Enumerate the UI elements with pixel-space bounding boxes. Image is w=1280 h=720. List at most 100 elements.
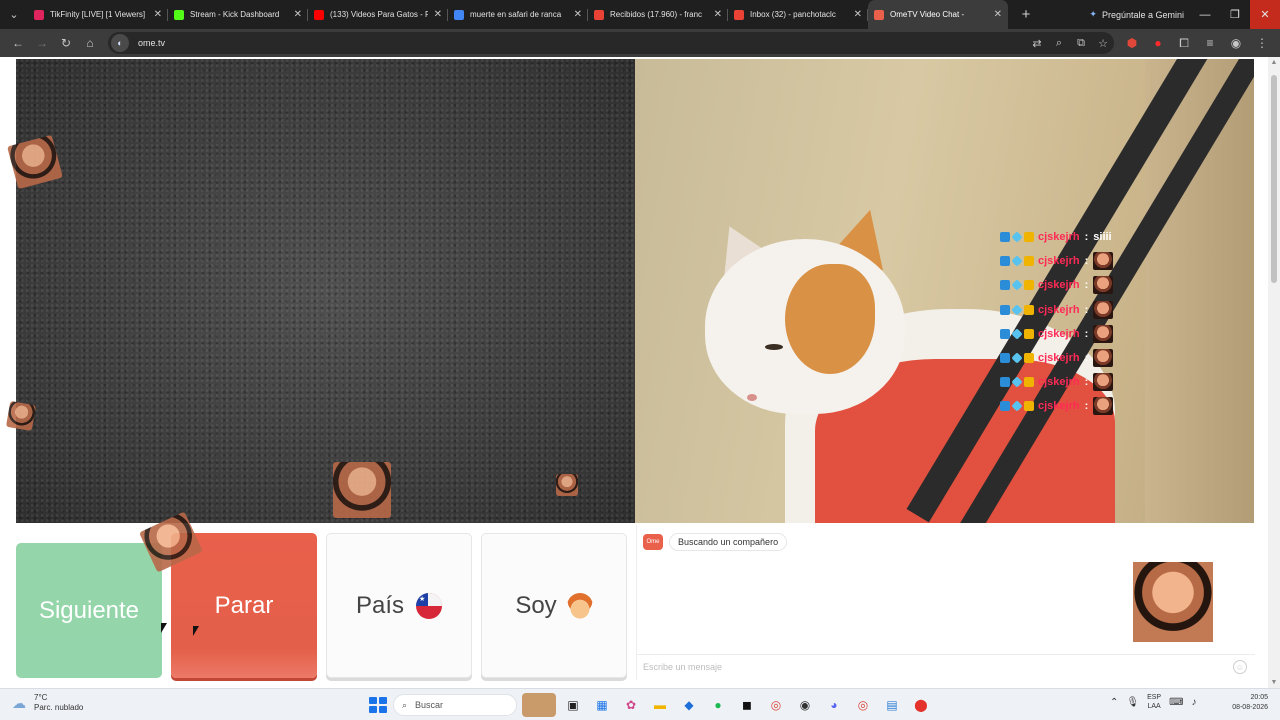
- minimize-icon[interactable]: —: [1190, 0, 1220, 29]
- file-explorer-icon[interactable]: ▬: [648, 693, 672, 717]
- discord-icon[interactable]: ◕: [822, 693, 846, 717]
- browser-toolbar: ← → ↻ ⌂ ◐ ome.tv ⇄ ⌕ ⧉ ☆ ⬢ ● ⧠ ≡ ◉ ⋮: [0, 29, 1280, 57]
- microphone-icon[interactable]: 🎙︎: [1126, 697, 1139, 708]
- mouse-cursor-icon: [193, 626, 199, 636]
- scroll-up-icon[interactable]: ▲: [1268, 59, 1280, 66]
- spotify-icon[interactable]: ●: [706, 693, 730, 717]
- obs-icon[interactable]: ◉: [793, 693, 817, 717]
- tab-group-icon[interactable]: ≡: [1198, 31, 1222, 55]
- tab-search-chevron-icon[interactable]: ⌄: [0, 0, 28, 29]
- message-input[interactable]: [643, 655, 1223, 679]
- scroll-down-icon[interactable]: ▼: [1268, 679, 1280, 686]
- chat-status: Ome Buscando un compañero: [643, 533, 788, 551]
- chrome-active-icon[interactable]: ◎: [851, 693, 875, 717]
- app-window-icon[interactable]: ▤: [880, 693, 904, 717]
- diamond-badge-icon: [1011, 279, 1023, 292]
- network-icon[interactable]: ⌨: [1169, 697, 1183, 708]
- country-button-label: País: [355, 591, 405, 619]
- browser-tab[interactable]: OmeTV Video Chat - ✕: [868, 0, 1008, 29]
- close-window-icon[interactable]: ✕: [1250, 0, 1280, 29]
- diamond-badge-icon: [1011, 400, 1023, 413]
- next-button[interactable]: Siguiente: [16, 543, 162, 678]
- tab-close-icon[interactable]: ✕: [154, 9, 162, 20]
- forward-icon[interactable]: →: [30, 31, 54, 55]
- country-button[interactable]: País ★: [326, 533, 472, 678]
- browser-tab[interactable]: TikFinity [LIVE] [1 Viewers] ✕: [28, 0, 168, 29]
- window-controls: — ❐ ✕: [1190, 0, 1280, 29]
- extensions-puzzle-icon[interactable]: ⧠: [1172, 31, 1196, 55]
- chrome-icon[interactable]: ◎: [764, 693, 788, 717]
- diamond-badge-icon: [1011, 376, 1023, 388]
- site-info-icon[interactable]: ◐: [111, 34, 129, 52]
- capcut-icon[interactable]: ◼: [735, 693, 759, 717]
- taskbar-search[interactable]: ⌕ Buscar: [393, 694, 517, 716]
- cat-orange-patch: [785, 264, 875, 374]
- tray-chevron-up-icon[interactable]: ⌃: [1110, 697, 1118, 708]
- gemini-button[interactable]: ✦ Pregúntale a Gemini: [1089, 9, 1190, 20]
- restore-icon[interactable]: ❐: [1220, 0, 1250, 29]
- windows-taskbar: ☁ 7°C Parc. nublado ⌕ Buscar ▣ ▦ ✿ ▬ ◆ ●…: [0, 688, 1280, 720]
- searching-status-text: Buscando un compañero: [669, 533, 788, 551]
- app-red-icon[interactable]: ⬤: [909, 693, 933, 717]
- tab-list: TikFinity [LIVE] [1 Viewers] ✕ Stream - Ki…: [28, 0, 1008, 29]
- url-text[interactable]: ome.tv: [138, 38, 1026, 48]
- install-app-icon[interactable]: ⧉: [1070, 37, 1092, 50]
- store-icon[interactable]: ▦: [590, 693, 614, 717]
- language-line1: ESP: [1147, 694, 1162, 701]
- gender-button[interactable]: Soy: [481, 533, 627, 678]
- browser-tab[interactable]: (133) Videos Para Gatos - F ✕: [308, 0, 448, 29]
- browser-tab[interactable]: muerte en safari de ranca ✕: [448, 0, 588, 29]
- tab-favicon-icon: [734, 9, 744, 20]
- crown-badge-icon: [1024, 353, 1034, 364]
- tab-close-icon[interactable]: ✕: [854, 9, 862, 20]
- overlay-chat-separator: :: [1084, 376, 1089, 389]
- browser-tab[interactable]: Recibidos (17.960) - franc ✕: [588, 0, 728, 29]
- profile-avatar-icon[interactable]: ◉: [1224, 31, 1248, 55]
- tab-close-icon[interactable]: ✕: [714, 9, 722, 20]
- overlay-chat-emote-icon: [1093, 324, 1114, 343]
- home-icon[interactable]: ⌂: [78, 31, 102, 55]
- windows-start-icon[interactable]: [366, 694, 388, 716]
- extension-record-icon[interactable]: ●: [1146, 31, 1170, 55]
- copilot-icon[interactable]: ✿: [619, 693, 643, 717]
- overlay-chat-line: cjskejrh:: [1000, 249, 1140, 273]
- zoom-icon[interactable]: ⌕: [1048, 37, 1070, 50]
- tab-title: TikFinity [LIVE] [1 Viewers]: [50, 10, 146, 19]
- tab-close-icon[interactable]: ✕: [434, 9, 442, 20]
- tab-close-icon[interactable]: ✕: [574, 9, 582, 20]
- tab-favicon-icon: [454, 9, 464, 20]
- reload-icon[interactable]: ↻: [54, 31, 78, 55]
- address-bar[interactable]: ◐ ome.tv ⇄ ⌕ ⧉ ☆: [108, 32, 1114, 54]
- overlay-chat-separator: :: [1084, 352, 1089, 365]
- task-view-icon[interactable]: ▣: [561, 693, 585, 717]
- menu-kebab-icon[interactable]: ⋮: [1250, 31, 1274, 55]
- overlay-chat-username: cjskejrh: [1038, 231, 1080, 244]
- clock[interactable]: 20:05 08-08-2026: [1218, 693, 1268, 713]
- page-scrollbar[interactable]: ▲ ▼: [1268, 57, 1280, 688]
- emoji-icon[interactable]: ☺: [1233, 660, 1247, 674]
- diamond-badge-icon: [1011, 255, 1023, 267]
- search-icon: ⌕: [402, 699, 408, 710]
- mod-badge-icon: [1000, 232, 1010, 243]
- overlay-chat-separator: :: [1084, 231, 1089, 244]
- scrollbar-thumb[interactable]: [1271, 75, 1277, 283]
- overlay-chat-emote-icon: [1093, 252, 1114, 271]
- back-icon[interactable]: ←: [6, 31, 30, 55]
- bookmark-star-icon[interactable]: ☆: [1092, 37, 1114, 50]
- language-indicator[interactable]: ESP LAA: [1147, 693, 1161, 711]
- gender-button-label: Soy: [515, 591, 557, 619]
- widgets-icon[interactable]: [522, 693, 556, 717]
- tab-close-icon[interactable]: ✕: [994, 9, 1002, 20]
- browser-tab[interactable]: Inbox (32) - panchotaclc ✕: [728, 0, 868, 29]
- extension-red-icon[interactable]: ⬢: [1120, 31, 1144, 55]
- tab-favicon-icon: [874, 9, 884, 20]
- new-tab-button[interactable]: +: [1014, 3, 1038, 27]
- tab-close-icon[interactable]: ✕: [294, 9, 302, 20]
- browser-tab[interactable]: Stream - Kick Dashboard ✕: [168, 0, 308, 29]
- crown-badge-icon: [1024, 256, 1034, 267]
- translate-icon[interactable]: ⇄: [1026, 37, 1048, 50]
- overlay-chat-username: cjskejrh: [1038, 376, 1080, 389]
- weather-widget[interactable]: ☁ 7°C Parc. nublado: [12, 693, 83, 713]
- app-blue-icon[interactable]: ◆: [677, 693, 701, 717]
- volume-icon[interactable]: ♪: [1192, 697, 1197, 708]
